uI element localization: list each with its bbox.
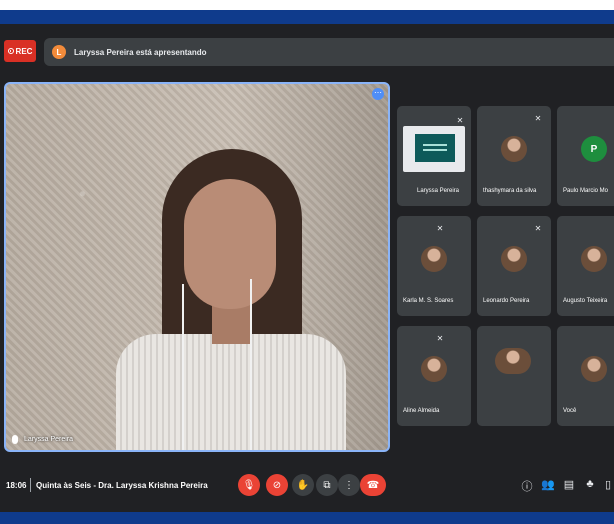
mic-off-icon: ✕ [534, 114, 542, 123]
shared-screen-thumbnail [403, 126, 465, 172]
meeting-time: 18:06 [6, 481, 27, 490]
camera-toggle-button[interactable]: ⊘ [266, 474, 288, 496]
more-options-icon[interactable]: ⋯ [372, 88, 384, 100]
record-icon [7, 48, 14, 54]
more-options-button[interactable]: ⋮ [338, 474, 360, 496]
participant-name: Você [563, 408, 577, 414]
meeting-title: Quinta às Seis - Dra. Laryssa Krishna Pe… [36, 481, 208, 490]
camera-off-icon: ⊘ [272, 479, 282, 491]
participant-avatar [421, 246, 447, 272]
meeting-info-icon[interactable]: ⓘ [520, 478, 534, 494]
more-vert-icon: ⋮ [344, 479, 354, 491]
participant-tile[interactable]: Augusto Teixeira [557, 216, 614, 316]
microphone-icon [12, 435, 18, 444]
participant-avatar [495, 348, 531, 374]
top-margin [0, 0, 614, 10]
participant-name: Paulo Marcio Mo [563, 188, 609, 194]
bottom-control-bar: 18:06 Quinta às Seis - Dra. Laryssa Kris… [0, 464, 614, 512]
activities-icon[interactable]: ♣ [583, 478, 597, 490]
mic-off-icon: ✕ [456, 116, 464, 125]
screenshot-frame: REC L Laryssa Pereira está apresentando … [0, 0, 614, 524]
earphone-wire-left [182, 284, 184, 450]
window-bottom-bar [0, 512, 614, 524]
chat-icon[interactable]: ▤ [562, 478, 576, 491]
slide-preview [415, 134, 455, 162]
raise-hand-button[interactable]: ✋ [292, 474, 314, 496]
participant-tile[interactable]: ✕ Leonardo Pereira [477, 216, 551, 316]
participant-name: Augusto Teixeira [563, 298, 608, 304]
participant-avatar [501, 246, 527, 272]
participant-tile[interactable]: ✕ Aline Almeida [397, 326, 471, 426]
participant-avatar: P [581, 136, 607, 162]
present-icon: ⧉ [323, 479, 331, 491]
recording-label: REC [15, 46, 33, 56]
participant-name: Aline Almeida [403, 408, 440, 414]
participant-name: thashymara da silva [483, 188, 537, 194]
participant-name: Karla M. S. Soares [403, 298, 454, 304]
mic-toggle-button[interactable]: 🎙 [238, 474, 260, 496]
presenter-avatar: L [52, 45, 66, 59]
participant-name: Laryssa Pereira [417, 188, 460, 194]
present-screen-button[interactable]: ⧉ [316, 474, 338, 496]
main-video-label: Laryssa Pereira [12, 435, 73, 444]
meet-window: REC L Laryssa Pereira está apresentando … [0, 24, 614, 512]
participant-tile[interactable]: ✕ Karla M. S. Soares [397, 216, 471, 316]
people-icon[interactable]: 👥 [541, 478, 555, 491]
main-video-tile[interactable]: ⋯ Laryssa Pereira [4, 82, 390, 452]
participant-avatar [421, 356, 447, 382]
mic-off-icon: ✕ [436, 224, 444, 233]
window-top-bar [0, 10, 614, 24]
participant-tile[interactable]: P Paulo Marcio Mo [557, 106, 614, 206]
participant-name: Leonardo Pereira [483, 298, 530, 304]
hang-up-icon: ☎ [366, 479, 380, 491]
participant-tile-self[interactable]: Você [557, 326, 614, 426]
presenter-face [184, 179, 276, 309]
mic-off-icon: ✕ [436, 334, 444, 343]
divider [30, 478, 31, 492]
participant-avatar [501, 136, 527, 162]
participant-tile[interactable] [477, 326, 551, 426]
earphone-wire-right [250, 279, 252, 450]
presenting-banner: L Laryssa Pereira está apresentando [44, 38, 614, 66]
mic-off-icon: 🎙 [242, 479, 256, 491]
recording-badge[interactable]: REC [4, 40, 36, 62]
hand-icon: ✋ [296, 479, 310, 491]
leave-call-button[interactable]: ☎ [360, 474, 386, 496]
lock-icon[interactable]: ▯ [601, 478, 614, 491]
participant-avatar [581, 246, 607, 272]
presenting-text: Laryssa Pereira está apresentando [74, 47, 207, 57]
participant-tile[interactable]: ✕ thashymara da silva [477, 106, 551, 206]
main-video-name: Laryssa Pereira [24, 436, 74, 443]
participant-tile-screen[interactable]: ✕ Laryssa Pereira [397, 106, 471, 206]
presenter-shirt [116, 334, 346, 450]
self-avatar [581, 356, 607, 382]
mic-off-icon: ✕ [534, 224, 542, 233]
